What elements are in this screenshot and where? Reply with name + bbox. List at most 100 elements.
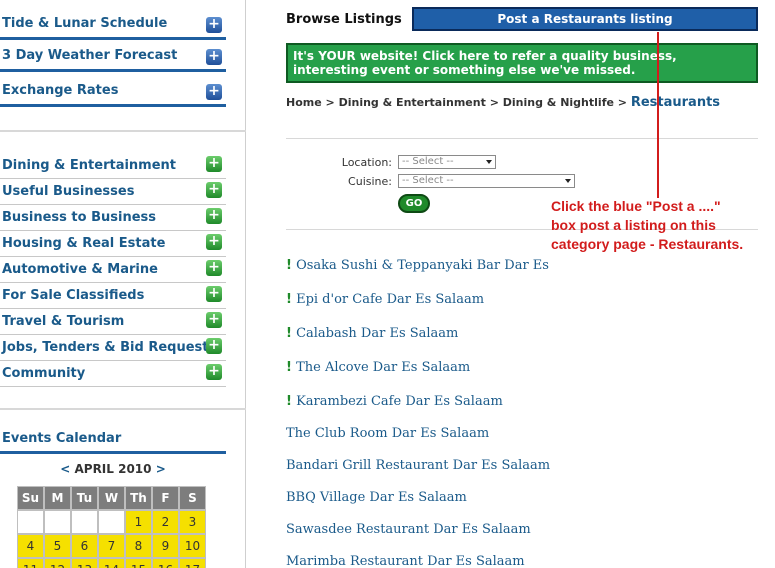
plus-icon[interactable]: + [206, 286, 222, 302]
plus-icon[interactable]: + [206, 260, 222, 276]
calendar-grid: SuMTuWThFS1234567891011121314151617 [17, 486, 206, 568]
calendar-day[interactable]: 1 [125, 510, 152, 534]
breadcrumb-dining-entertainment[interactable]: Dining & Entertainment [339, 96, 486, 109]
sidebar-item-housing[interactable]: Housing & Real Estate + [0, 231, 226, 257]
plus-icon[interactable]: + [206, 182, 222, 198]
listing-name[interactable]: The Alcove Dar Es Salaam [296, 360, 470, 375]
sidebar-item-for-sale[interactable]: For Sale Classifieds + [0, 283, 226, 309]
refer-banner[interactable]: It's YOUR website! Click here to refer a… [286, 43, 758, 83]
listing-item[interactable]: Sawasdee Restaurant Dar Es Salaam [286, 522, 552, 537]
plus-icon[interactable]: + [206, 208, 222, 224]
calendar-weekday: Th [125, 486, 152, 510]
sidebar-item-label: Travel & Tourism [2, 314, 125, 329]
listing-name[interactable]: Calabash Dar Es Salaam [296, 326, 458, 341]
listing-item[interactable]: Bandari Grill Restaurant Dar Es Salaam [286, 458, 552, 473]
calendar-month: APRIL 2010 [74, 462, 152, 476]
calendar-day[interactable]: 9 [152, 534, 179, 558]
calendar-weekday: Su [17, 486, 44, 510]
calendar-nav: < APRIL 2010 > [0, 462, 226, 476]
calendar-blank-cell [44, 510, 71, 534]
listing-name[interactable]: BBQ Village Dar Es Salaam [286, 490, 467, 505]
calendar-day[interactable]: 6 [71, 534, 98, 558]
listing-item[interactable]: ! The Alcove Dar Es Salaam [286, 360, 552, 375]
left-sidebar: Tide & Lunar Schedule + 3 Day Weather Fo… [0, 0, 246, 568]
calendar-day[interactable]: 13 [71, 558, 98, 568]
sidebar-item-label: Dining & Entertainment [2, 158, 177, 173]
sidebar-item-label: For Sale Classifieds [2, 288, 145, 303]
annotation-line: Click the blue "Post a ...." [551, 198, 721, 214]
listing-item[interactable]: Marimba Restaurant Dar Es Salaam [286, 554, 552, 568]
plus-icon[interactable]: + [206, 234, 222, 250]
calendar-blank-cell [98, 510, 125, 534]
sidebar-item-community[interactable]: Community + [0, 361, 226, 387]
plus-icon[interactable]: + [206, 49, 222, 65]
sidebar-item-travel[interactable]: Travel & Tourism + [0, 309, 226, 335]
listing-name[interactable]: Bandari Grill Restaurant Dar Es Salaam [286, 458, 550, 473]
calendar-day[interactable]: 10 [179, 534, 206, 558]
calendar-day[interactable]: 8 [125, 534, 152, 558]
divider [0, 130, 246, 132]
listing-item[interactable]: BBQ Village Dar Es Salaam [286, 490, 552, 505]
listing-item[interactable]: ! Calabash Dar Es Salaam [286, 326, 552, 341]
plus-icon[interactable]: + [206, 364, 222, 380]
listing-name[interactable]: Marimba Restaurant Dar Es Salaam [286, 554, 525, 568]
plus-icon[interactable]: + [206, 338, 222, 354]
breadcrumb-dining-nightlife[interactable]: Dining & Nightlife [503, 96, 614, 109]
calendar-day[interactable]: 5 [44, 534, 71, 558]
listing-item[interactable]: ! Epi d'or Cafe Dar Es Salaam [286, 292, 552, 307]
featured-marker: ! [286, 258, 292, 273]
listing-item[interactable]: The Club Room Dar Es Salaam [286, 426, 552, 441]
calendar-day[interactable]: 7 [98, 534, 125, 558]
listing-item[interactable]: ! Karambezi Cafe Dar Es Salaam [286, 394, 552, 409]
calendar-day[interactable]: 14 [98, 558, 125, 568]
calendar-day[interactable]: 16 [152, 558, 179, 568]
sidebar-item-label: Exchange Rates [2, 83, 119, 98]
plus-icon[interactable]: + [206, 312, 222, 328]
featured-marker: ! [286, 360, 292, 375]
listing-name[interactable]: Osaka Sushi & Teppanyaki Bar Dar Es Sala… [296, 258, 552, 273]
calendar-day[interactable]: 12 [44, 558, 71, 568]
calendar-next-link[interactable]: > [156, 462, 166, 476]
sidebar-item-tide-lunar[interactable]: Tide & Lunar Schedule + [0, 14, 226, 40]
events-calendar-title: Events Calendar [2, 431, 122, 446]
calendar-day[interactable]: 4 [17, 534, 44, 558]
listing-name[interactable]: Sawasdee Restaurant Dar Es Salaam [286, 522, 531, 537]
calendar-day[interactable]: 3 [179, 510, 206, 534]
plus-icon[interactable]: + [206, 84, 222, 100]
sidebar-item-label: 3 Day Weather Forecast [2, 48, 178, 63]
calendar-day[interactable]: 15 [125, 558, 152, 568]
chevron-down-icon [486, 160, 492, 164]
sidebar-item-weather[interactable]: 3 Day Weather Forecast + [0, 46, 226, 72]
sidebar-item-dining[interactable]: Dining & Entertainment + [0, 153, 226, 179]
calendar-day[interactable]: 11 [17, 558, 44, 568]
calendar-day[interactable]: 2 [152, 510, 179, 534]
sidebar-item-useful-businesses[interactable]: Useful Businesses + [0, 179, 226, 205]
listing-item[interactable]: ! Osaka Sushi & Teppanyaki Bar Dar Es Sa… [286, 258, 552, 273]
listing-name[interactable]: Epi d'or Cafe Dar Es Salaam [296, 292, 484, 307]
calendar-prev-link[interactable]: < [60, 462, 70, 476]
sidebar-item-label: Automotive & Marine [2, 262, 158, 277]
featured-marker: ! [286, 394, 292, 409]
plus-icon[interactable]: + [206, 17, 222, 33]
sidebar-item-b2b[interactable]: Business to Business + [0, 205, 226, 231]
sidebar-item-exchange-rates[interactable]: Exchange Rates + [0, 81, 226, 107]
breadcrumb-home[interactable]: Home [286, 96, 322, 109]
sidebar-item-jobs[interactable]: Jobs, Tenders & Bid Requests + [0, 335, 226, 361]
annotation-line: category page - Restaurants. [551, 236, 744, 252]
sidebar-item-automotive[interactable]: Automotive & Marine + [0, 257, 226, 283]
sidebar-item-label: Useful Businesses [2, 184, 135, 199]
cuisine-select-value: -- Select -- [402, 175, 454, 186]
sidebar-item-label: Jobs, Tenders & Bid Requests [2, 340, 217, 355]
calendar-weekday: S [179, 486, 206, 510]
go-button[interactable]: GO [398, 194, 430, 213]
calendar-day[interactable]: 17 [179, 558, 206, 568]
cuisine-label: Cuisine: [348, 175, 392, 188]
cuisine-select[interactable]: -- Select -- [398, 174, 575, 188]
listing-name[interactable]: The Club Room Dar Es Salaam [286, 426, 489, 441]
plus-icon[interactable]: + [206, 156, 222, 172]
location-select[interactable]: -- Select -- [398, 155, 496, 169]
divider [0, 408, 246, 410]
listing-name[interactable]: Karambezi Cafe Dar Es Salaam [296, 394, 503, 409]
post-listing-button[interactable]: Post a Restaurants listing [412, 7, 758, 31]
sidebar-item-label: Tide & Lunar Schedule [2, 16, 168, 31]
